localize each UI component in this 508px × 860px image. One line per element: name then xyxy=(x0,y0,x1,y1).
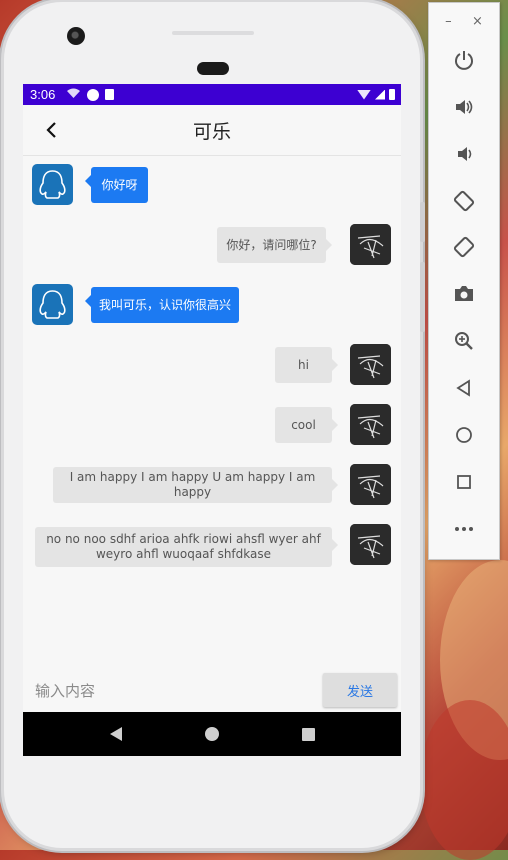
wifi-icon xyxy=(357,89,371,100)
volume-up-button[interactable] xyxy=(449,92,479,122)
sketch-avatar-icon xyxy=(350,224,391,265)
nav-recents-icon[interactable] xyxy=(301,727,315,741)
nav-back-icon[interactable] xyxy=(109,727,122,741)
rotate-left-icon xyxy=(453,190,475,212)
nav-home-icon[interactable] xyxy=(204,727,219,741)
message-bubble[interactable]: no no noo sdhf arioa ahfk riowi ahsfl wy… xyxy=(35,527,338,567)
user-avatar[interactable] xyxy=(350,344,391,385)
contact-avatar[interactable] xyxy=(32,284,73,325)
contact-avatar[interactable] xyxy=(32,164,73,205)
zoom-button[interactable] xyxy=(449,326,479,356)
user-avatar[interactable] xyxy=(350,464,391,505)
status-bar: 3:06 xyxy=(23,84,401,105)
wifi-notify-icon xyxy=(67,88,81,101)
sketch-avatar-icon xyxy=(350,344,391,385)
emulator-window-controls: – × xyxy=(429,3,499,39)
home-icon xyxy=(456,427,472,443)
volume-up-icon xyxy=(456,100,473,114)
power-button[interactable] xyxy=(449,45,479,75)
screenshot-button[interactable] xyxy=(449,279,479,309)
app-notification-icon xyxy=(87,88,100,101)
sketch-avatar-icon xyxy=(350,524,391,565)
front-camera-icon xyxy=(67,27,85,45)
speaker-grille xyxy=(172,31,254,35)
message-input[interactable] xyxy=(33,674,307,708)
rotate-right-button[interactable] xyxy=(449,232,479,262)
volume-down-icon xyxy=(458,147,472,161)
status-time: 3:06 xyxy=(30,87,56,102)
message-bubble[interactable]: 你好，请问哪位? xyxy=(217,227,332,263)
emu-back-button[interactable] xyxy=(449,373,479,403)
more-icon xyxy=(455,527,473,531)
penguin-avatar-icon xyxy=(39,290,66,319)
chat-title: 可乐 xyxy=(192,120,231,143)
volume-hardware-button xyxy=(420,202,425,242)
message-bubble[interactable]: hi xyxy=(275,347,338,383)
emu-more-button[interactable] xyxy=(449,514,479,544)
input-bar: 发送 xyxy=(23,670,401,712)
sd-card-icon xyxy=(105,89,115,100)
sketch-avatar-icon xyxy=(350,464,391,505)
signal-icon xyxy=(375,89,385,100)
emu-overview-button[interactable] xyxy=(449,467,479,497)
battery-icon xyxy=(389,89,395,100)
send-button[interactable]: 发送 xyxy=(323,673,397,707)
penguin-avatar-icon xyxy=(39,170,66,199)
user-avatar[interactable] xyxy=(350,404,391,445)
close-button[interactable]: × xyxy=(472,14,483,29)
power-hardware-button xyxy=(420,262,425,332)
message-bubble[interactable]: I am happy I am happy U am happy I am ha… xyxy=(53,467,338,503)
chevron-left-icon xyxy=(46,122,56,138)
back-button[interactable] xyxy=(41,117,65,143)
user-avatar[interactable] xyxy=(350,224,391,265)
back-icon xyxy=(456,379,470,397)
title-bar: 可乐 xyxy=(23,105,401,156)
user-avatar[interactable] xyxy=(350,524,391,565)
camera-icon xyxy=(455,286,473,301)
overview-icon xyxy=(457,475,471,489)
emulator-toolbar: – × xyxy=(428,2,500,560)
rotate-right-icon xyxy=(453,236,475,258)
rotate-left-button[interactable] xyxy=(449,186,479,216)
minimize-button[interactable]: – xyxy=(445,14,452,29)
message-bubble[interactable]: 我叫可乐，认识你很高兴 xyxy=(85,287,239,323)
sketch-avatar-icon xyxy=(350,404,391,445)
navigation-bar xyxy=(23,712,401,756)
zoom-icon xyxy=(455,332,473,350)
message-bubble[interactable]: 你好呀 xyxy=(85,167,148,203)
power-icon xyxy=(455,51,473,70)
device-screen: 3:06 可乐 你好呀 你好，请问哪位? 我叫可乐，认识你很高兴 hi cool… xyxy=(23,84,401,756)
emu-home-button[interactable] xyxy=(449,420,479,450)
earpiece xyxy=(197,62,229,75)
message-bubble[interactable]: cool xyxy=(275,407,338,443)
message-list[interactable]: 你好呀 你好，请问哪位? 我叫可乐，认识你很高兴 hi cool I am ha… xyxy=(23,156,401,676)
volume-down-button[interactable] xyxy=(449,139,479,169)
